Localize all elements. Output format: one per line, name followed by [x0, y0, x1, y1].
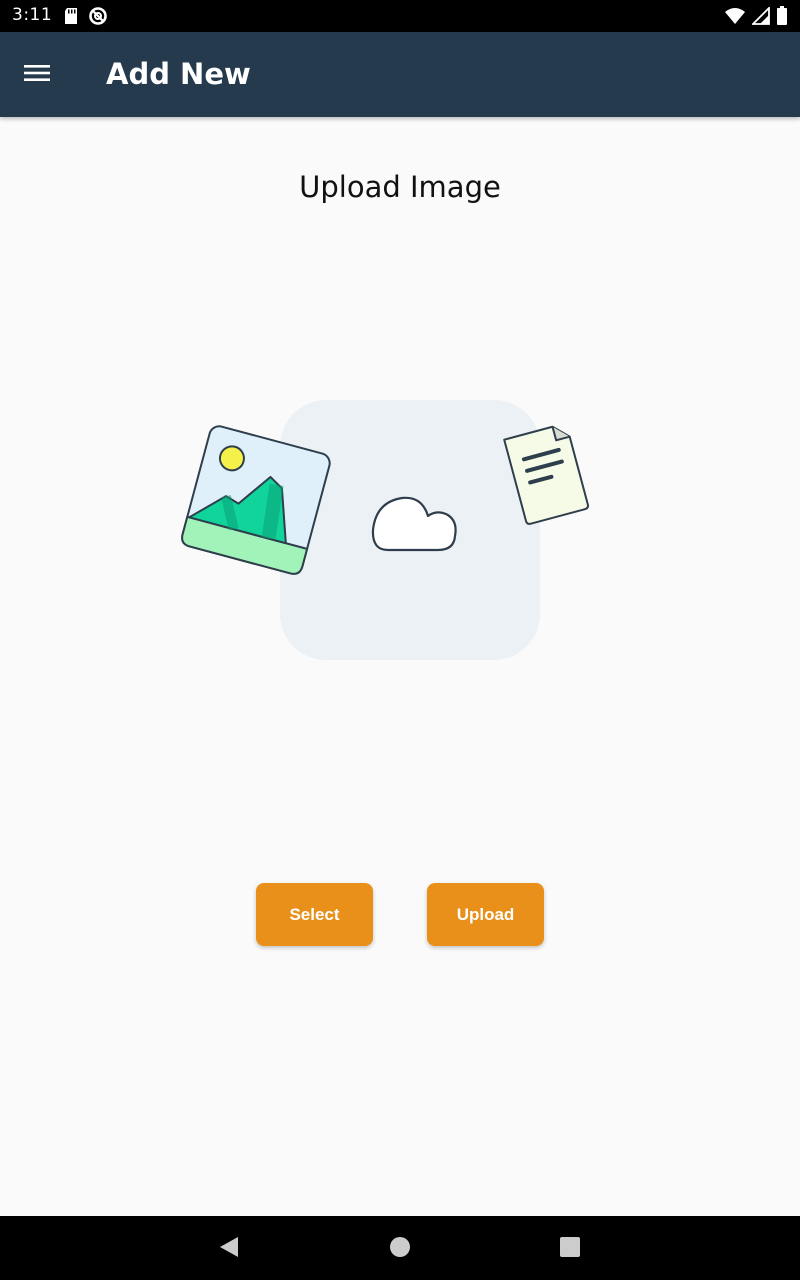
upload-button[interactable]: Upload — [427, 883, 544, 946]
sd-card-icon — [64, 7, 78, 30]
signal-icon — [750, 5, 770, 30]
status-right-icons — [724, 5, 788, 31]
upload-illustration — [160, 390, 620, 680]
home-icon — [388, 1235, 412, 1264]
app-title: Add New — [106, 57, 251, 91]
navigation-bar — [0, 1216, 800, 1280]
page-heading: Upload Image — [299, 170, 501, 204]
back-icon — [218, 1235, 240, 1264]
recents-button[interactable] — [557, 1236, 583, 1262]
wifi-icon — [724, 7, 746, 30]
status-time: 3:11 — [12, 5, 53, 25]
menu-button[interactable] — [24, 52, 74, 98]
recents-icon — [559, 1236, 581, 1263]
app-bar: Add New — [0, 32, 800, 117]
battery-icon — [776, 6, 788, 31]
status-left-icons — [64, 6, 108, 31]
do-not-disturb-icon — [88, 6, 108, 31]
home-button[interactable] — [387, 1236, 413, 1262]
back-button[interactable] — [216, 1236, 242, 1262]
status-bar: 3:11 — [0, 0, 800, 32]
select-button[interactable]: Select — [256, 883, 373, 946]
menu-icon — [24, 64, 50, 87]
